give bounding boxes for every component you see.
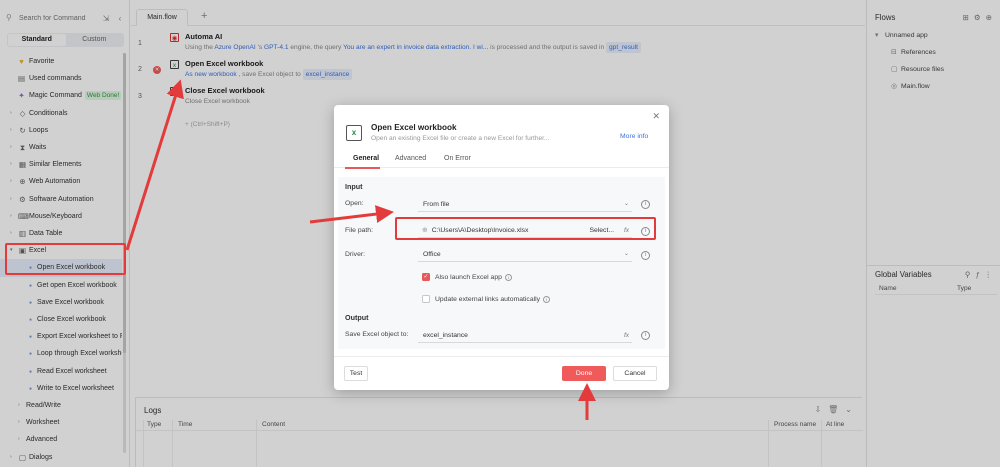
checkbox-checked[interactable]: ✓ <box>422 273 430 281</box>
close-icon[interactable]: ✕ <box>652 111 660 122</box>
checkbox-unchecked[interactable] <box>422 295 430 303</box>
tab-advanced[interactable]: Advanced <box>395 155 426 162</box>
chevron-down-icon: ⌄ <box>623 201 629 207</box>
dialog-subtitle: Open an existing Excel file or create a … <box>371 135 550 142</box>
save-object-input[interactable]: excel_instance fx <box>418 328 632 343</box>
file-path-label: File path: <box>345 227 373 234</box>
info-icon[interactable]: i <box>641 251 650 260</box>
output-section-title: Output <box>345 313 369 322</box>
driver-label: Driver: <box>345 251 366 258</box>
tab-general[interactable]: General <box>353 155 379 162</box>
open-excel-dialog: ✕ x Open Excel workbook Open an existing… <box>334 105 669 390</box>
active-tab-indicator <box>345 167 380 169</box>
info-icon[interactable]: i <box>641 200 650 209</box>
highlight-excel-group <box>5 243 126 275</box>
info-icon[interactable]: i <box>543 295 551 303</box>
output-section: Output Save Excel object to: excel_insta… <box>338 309 665 349</box>
info-icon[interactable]: i <box>504 273 512 281</box>
chevron-down-icon: ⌄ <box>623 251 629 257</box>
fx-icon[interactable]: fx <box>624 328 629 343</box>
open-select[interactable]: From file ⌄ <box>418 197 632 212</box>
tab-on-error[interactable]: On Error <box>444 155 471 162</box>
info-icon[interactable]: i <box>641 331 650 340</box>
test-button[interactable]: Test <box>344 366 368 381</box>
input-section: Input Open: From file ⌄ i File path: ⊕ C:… <box>338 177 665 322</box>
driver-select[interactable]: Office ⌄ <box>418 247 632 262</box>
cancel-button[interactable]: Cancel <box>613 366 657 381</box>
update-links-checkbox[interactable]: Update external links automatically i <box>422 295 551 303</box>
dialog-tabs: General Advanced On Error <box>334 151 669 169</box>
excel-icon: x <box>346 125 362 141</box>
more-info-link[interactable]: More info <box>620 133 648 140</box>
launch-excel-checkbox[interactable]: ✓ Also launch Excel app i <box>422 273 512 281</box>
footer-divider <box>334 356 669 357</box>
highlight-file-path <box>395 217 656 240</box>
save-object-label: Save Excel object to: <box>345 331 409 338</box>
open-label: Open: <box>345 200 364 207</box>
dialog-title: Open Excel workbook <box>371 123 457 132</box>
input-section-title: Input <box>345 182 363 191</box>
done-button[interactable]: Done <box>562 366 606 381</box>
